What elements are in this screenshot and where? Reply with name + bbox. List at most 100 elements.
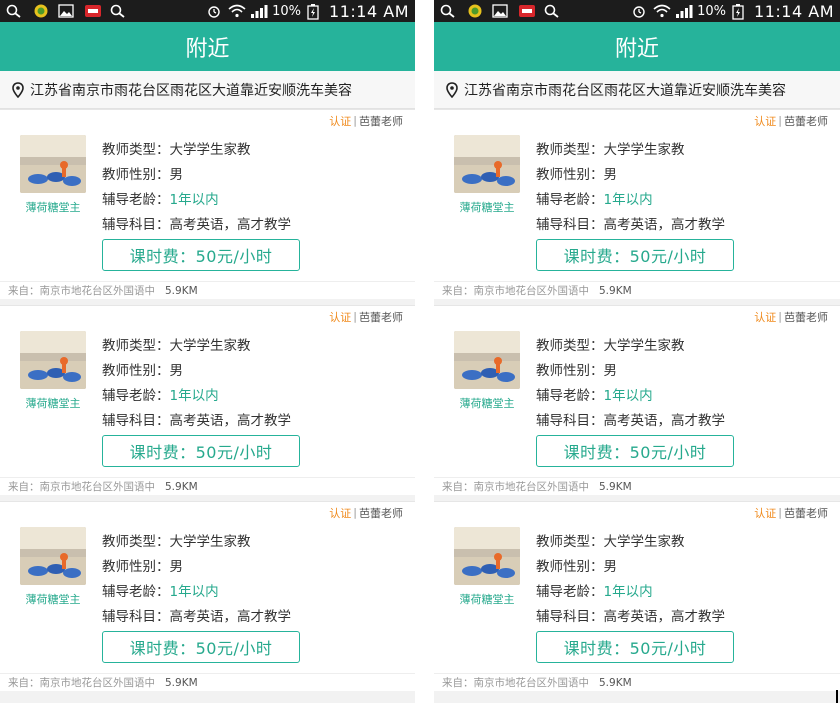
fee-button[interactable]: 课时费：50元/小时 [536,239,734,271]
teacher-card[interactable]: 认证 | 芭蕾老师 薄荷糖堂主 教师类型： 大学学生家教 教师性别：男 辅导老龄：… [0,501,415,691]
avatar[interactable] [20,331,86,389]
distance-text: 5.9KM [599,284,632,297]
status-time: 11:14 AM [754,1,834,21]
avatar[interactable] [454,527,520,585]
separator: | [353,310,357,323]
separator: | [778,310,782,323]
subject-value: 高考英语，高才教学 [603,216,726,233]
from-text: 来自：南京市地花台区外国语中 [442,677,589,689]
battery-icon [307,4,323,20]
phone-screen-right: 10% 11:14 AM 附近 江苏省南京市雨花台区雨花区大道靠近安顺洗车美容 … [434,0,840,703]
status-time: 11:14 AM [329,1,409,21]
teacher-nickname: 薄荷糖堂主 [25,201,81,214]
avatar[interactable] [454,135,520,193]
wifi-icon [228,4,246,18]
type-value: 大学学生家教 [603,141,685,158]
fee-button[interactable]: 课时费：50元/小时 [102,631,300,663]
exp-label: 辅导老龄： [536,191,604,208]
cert-badge: 认证 [329,506,352,520]
distance-text: 5.9KM [165,480,198,493]
red-app-icon [518,4,535,18]
teacher-card[interactable]: 认证 | 芭蕾老师 薄荷糖堂主 教师类型： 大学学生家教 教师性别：男 辅导老龄：… [434,501,840,691]
teacher-nickname: 薄荷糖堂主 [25,397,81,410]
teacher-card[interactable]: 认证 | 芭蕾老师 薄荷糖堂主 教师类型： 大学学生家教 教师性别：男 辅导老龄：… [0,109,415,299]
location-bar[interactable]: 江苏省南京市雨花台区雨花区大道靠近安顺洗车美容 [0,71,415,109]
type-label: 教师类型： [536,337,604,354]
app-badge-icon [32,4,48,18]
phone-screen-left: 10% 11:14 AM 附近 江苏省南京市雨花台区雨花区大道靠近安顺洗车美容 … [0,0,415,703]
image-icon [58,4,74,18]
card-footer: 来自：南京市地花台区外国语中 5.9KM [0,281,415,299]
teacher-nickname: 薄荷糖堂主 [25,593,81,606]
type-value: 大学学生家教 [169,141,251,158]
status-bar: 10% 11:14 AM [434,0,840,22]
gender-label: 教师性别： [536,362,604,379]
avatar[interactable] [20,527,86,585]
teacher-info: 教师类型： 大学学生家教 教师性别：男 辅导老龄： 1年以内 辅导科目： 高考英语，高… [536,135,734,281]
type-label: 教师类型： [102,141,170,158]
gender-label: 教师性别： [102,362,170,379]
separator: | [778,506,782,519]
teacher-title: 芭蕾老师 [359,506,403,520]
location-text: 江苏省南京市雨花台区雨花区大道靠近安顺洗车美容 [30,82,352,99]
search-icon [440,4,456,18]
teacher-title: 芭蕾老师 [359,310,403,324]
avatar[interactable] [20,135,86,193]
subject-value: 高考英语，高才教学 [169,412,292,429]
subject-label: 辅导科目： [102,608,170,625]
edge-mark [836,690,838,703]
card-footer: 来自：南京市地花台区外国语中 5.9KM [434,477,840,495]
fee-button[interactable]: 课时费：50元/小时 [536,631,734,663]
card-header: 认证 | 芭蕾老师 [0,109,415,131]
fee-button[interactable]: 课时费：50元/小时 [536,435,734,467]
teacher-card[interactable]: 认证 | 芭蕾老师 薄荷糖堂主 教师类型： 大学学生家教 教师性别：男 辅导老龄：… [0,305,415,495]
teacher-title: 芭蕾老师 [784,506,828,520]
location-pin-icon [12,81,24,98]
gender-label: 教师性别： [102,558,170,575]
teacher-card[interactable]: 认证 | 芭蕾老师 薄荷糖堂主 教师类型： 大学学生家教 教师性别：男 辅导老龄：… [434,305,840,495]
battery-icon [732,4,748,20]
gender-value: 男 [603,558,618,575]
teacher-list: 认证 | 芭蕾老师 薄荷糖堂主 教师类型： 大学学生家教 教师性别：男 辅导老龄：… [434,109,840,691]
type-label: 教师类型： [536,533,604,550]
distance-text: 5.9KM [599,676,632,689]
card-footer: 来自：南京市地花台区外国语中 5.9KM [0,477,415,495]
subject-label: 辅导科目： [536,412,604,429]
card-header: 认证 | 芭蕾老师 [434,501,840,523]
subject-value: 高考英语，高才教学 [169,216,292,233]
gender-label: 教师性别： [102,166,170,183]
type-value: 大学学生家教 [603,533,685,550]
avatar[interactable] [454,331,520,389]
subject-value: 高考英语，高才教学 [169,608,292,625]
alarm-icon [206,4,222,18]
teacher-card[interactable]: 认证 | 芭蕾老师 薄荷糖堂主 教师类型： 大学学生家教 教师性别：男 辅导老龄：… [434,109,840,299]
location-bar[interactable]: 江苏省南京市雨花台区雨花区大道靠近安顺洗车美容 [434,71,840,109]
teacher-title: 芭蕾老师 [784,310,828,324]
page-title: 附近 [0,22,415,71]
card-footer: 来自：南京市地花台区外国语中 5.9KM [434,673,840,691]
exp-label: 辅导老龄： [102,583,170,600]
teacher-info: 教师类型： 大学学生家教 教师性别：男 辅导老龄： 1年以内 辅导科目： 高考英语，高… [536,331,734,477]
subject-label: 辅导科目： [536,216,604,233]
type-label: 教师类型： [536,141,604,158]
exp-value: 1年以内 [603,387,653,404]
exp-value: 1年以内 [603,583,653,600]
teacher-info: 教师类型： 大学学生家教 教师性别：男 辅导老龄： 1年以内 辅导科目： 高考英语，高… [536,527,734,673]
type-label: 教师类型： [102,533,170,550]
exp-label: 辅导老龄： [536,387,604,404]
wifi-icon [653,4,671,18]
exp-label: 辅导老龄： [102,191,170,208]
card-header: 认证 | 芭蕾老师 [0,305,415,327]
red-app-icon [84,4,101,18]
gender-value: 男 [169,362,184,379]
search-icon [544,4,560,18]
type-value: 大学学生家教 [169,533,251,550]
card-footer: 来自：南京市地花台区外国语中 5.9KM [434,281,840,299]
teacher-title: 芭蕾老师 [359,114,403,128]
subject-value: 高考英语，高才教学 [603,412,726,429]
distance-text: 5.9KM [165,284,198,297]
card-header: 认证 | 芭蕾老师 [434,305,840,327]
fee-button[interactable]: 课时费：50元/小时 [102,435,300,467]
teacher-title: 芭蕾老师 [784,114,828,128]
fee-button[interactable]: 课时费：50元/小时 [102,239,300,271]
